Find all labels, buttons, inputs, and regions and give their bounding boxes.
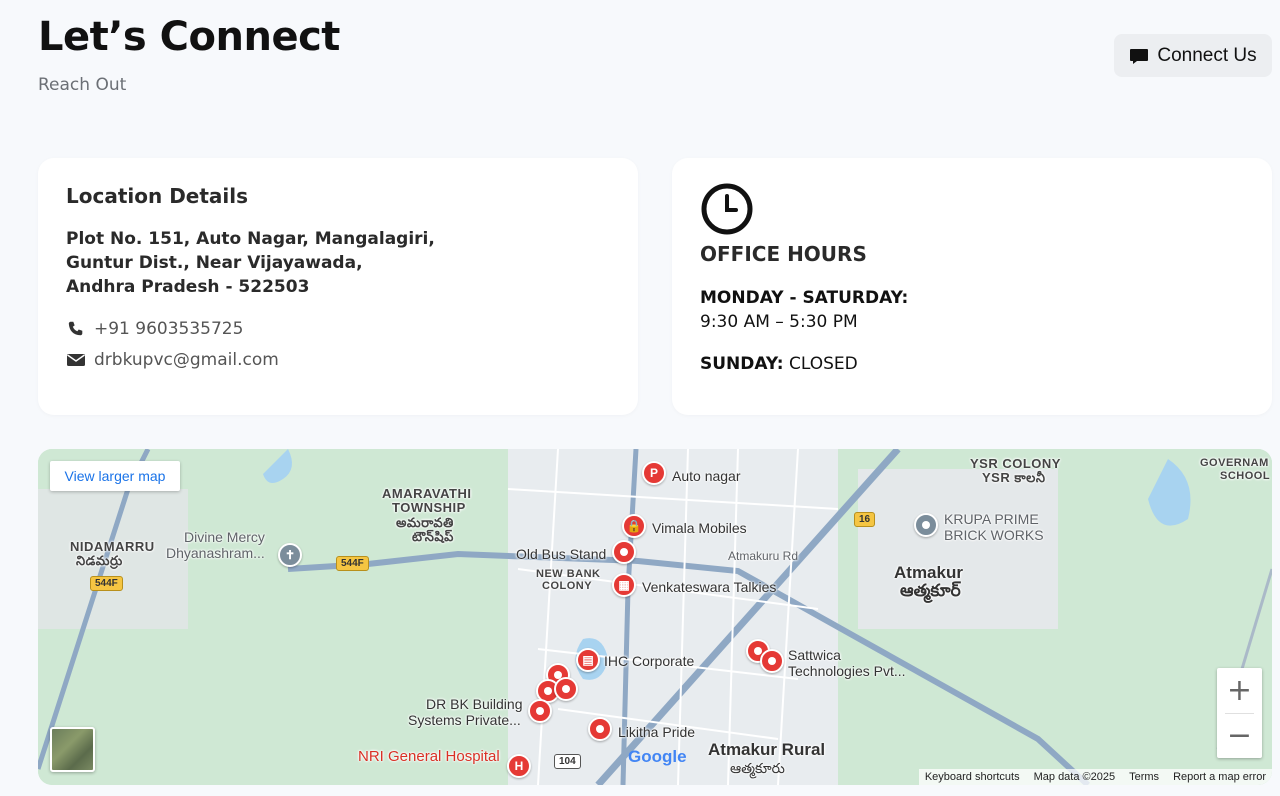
shop-pin-icon[interactable]: 🔒 (622, 514, 646, 538)
map-label-atmakur-rural: Atmakur Rural (708, 740, 826, 759)
email-address: drbkupvc@gmail.com (94, 350, 279, 370)
hospital-pin-icon[interactable]: H (507, 754, 531, 778)
location-card: Location Details Plot No. 151, Auto Naga… (38, 158, 638, 415)
map-label-ihc: IHC Corporate (604, 653, 695, 669)
map-label-drbk-1: DR BK Building (426, 696, 523, 712)
map-label-venkateswara: Venkateswara Talkies (642, 579, 777, 595)
map-attribution: Keyboard shortcuts Map data ©2025 Terms … (918, 769, 1272, 785)
map-label-drbk-2: Systems Private... (408, 712, 521, 728)
route-shield-544f-b: 544F (90, 576, 123, 591)
map-label-government-school-1: GOVERNAM (1200, 457, 1269, 469)
map-label-amaravathi-2: TOWNSHIP (392, 500, 466, 515)
map-label-divine-2: Dhyanashram... (166, 545, 265, 561)
map-label-atmakur: Atmakur (894, 563, 963, 582)
location-title: Location Details (66, 184, 249, 208)
map-label-atmakur-te: ఆత్మకూర్ (900, 581, 961, 600)
map-label-atmakur-rural-te: ఆత్మకూరు (730, 760, 785, 776)
envelope-icon (67, 354, 85, 366)
map-label-nri: NRI General Hospital (358, 748, 500, 765)
map-label-amaravathi-te-2: టౌన్‌షిప్ (412, 529, 454, 544)
map-label-ysr-colony: YSR COLONY (970, 456, 1061, 471)
phone-icon (68, 321, 83, 336)
cluster-pin-3-icon[interactable] (554, 677, 578, 701)
sunday-row: SUNDAY: CLOSED (700, 354, 858, 374)
map-label-atmakuru-rd: Atmakuru Rd (728, 549, 799, 563)
map-label-auto-nagar: Auto nagar (672, 468, 741, 484)
office-hours-title: OFFICE HOURS (700, 242, 867, 266)
route-shield-16: 16 (854, 512, 876, 527)
view-larger-map-link[interactable]: View larger map (50, 461, 180, 491)
map-label-government-school-2: SCHOOL (1220, 470, 1271, 482)
connect-us-button[interactable]: Connect Us (1114, 34, 1272, 77)
zoom-in-button[interactable]: + (1217, 668, 1262, 713)
map-label-likitha: Likitha Pride (618, 724, 696, 740)
weekday-time: 9:30 AM – 5:30 PM (700, 312, 858, 332)
map-label-krupa-2: BRICK WORKS (944, 527, 1044, 543)
drbk-pin-icon[interactable] (528, 699, 552, 723)
weekday-label: MONDAY - SATURDAY: (700, 288, 909, 308)
cinema-pin-icon[interactable]: ▦ (612, 573, 636, 597)
sattwica-pin-2-icon[interactable] (760, 649, 784, 673)
address-line-2: Guntur Dist., Near Vijayawada, (66, 253, 363, 273)
chat-icon (1130, 48, 1149, 64)
map-label-sattwica-1: Sattwica (788, 647, 841, 663)
email-row[interactable]: drbkupvc@gmail.com (66, 350, 279, 370)
terms-link[interactable]: Terms (1129, 771, 1159, 783)
zoom-controls: + − (1217, 668, 1262, 758)
report-error-link[interactable]: Report a map error (1173, 771, 1266, 783)
phone-number: +91 9603535725 (94, 319, 244, 339)
church-pin-icon[interactable]: ✝ (278, 543, 302, 567)
address-line-3: Andhra Pradesh - 522503 (66, 277, 310, 297)
satellite-toggle[interactable] (50, 727, 95, 772)
place-pin-icon[interactable] (914, 513, 938, 537)
map-label-sattwica-2: Technologies Pvt... (788, 663, 906, 679)
corporate-pin-icon[interactable]: ▤ (576, 648, 600, 672)
google-logo: Google (628, 747, 687, 766)
map-label-new-bank-1: NEW BANK (536, 568, 601, 580)
map-label-ysr-colony-te: YSR కాలనీ (982, 470, 1046, 485)
map-data-text: Map data ©2025 (1033, 771, 1116, 783)
map-label-vimala: Vimala Mobiles (652, 520, 747, 536)
route-shield-104: 104 (554, 754, 581, 769)
map-label-amaravathi-1: AMARAVATHI (382, 486, 472, 501)
zoom-divider (1225, 713, 1254, 714)
bus-stand-pin-icon[interactable] (612, 540, 636, 564)
route-shield-544f-a: 544F (336, 556, 369, 571)
address-line-1: Plot No. 151, Auto Nagar, Mangalagiri, (66, 229, 435, 249)
phone-row[interactable]: +91 9603535725 (66, 319, 243, 339)
map-label-old-bus-stand: Old Bus Stand (516, 546, 607, 562)
likitha-pin-icon[interactable] (588, 717, 612, 741)
google-map[interactable]: View larger map P Auto nagar YSR COLONY … (38, 449, 1272, 785)
map-label-divine-1: Divine Mercy (184, 529, 265, 545)
sunday-value: CLOSED (788, 354, 858, 374)
map-label-nidamarru-te: నిడమర్రు (76, 553, 123, 568)
page-title: Let’s Connect (38, 14, 340, 60)
sunday-label: SUNDAY: (700, 354, 784, 374)
map-label-krupa-1: KRUPA PRIME (944, 511, 1039, 527)
office-hours-card: OFFICE HOURS MONDAY - SATURDAY: 9:30 AM … (672, 158, 1272, 415)
zoom-out-button[interactable]: − (1217, 713, 1262, 758)
page-subtitle: Reach Out (38, 75, 127, 95)
map-label-new-bank-2: COLONY (542, 580, 593, 592)
keyboard-shortcuts-link[interactable]: Keyboard shortcuts (925, 771, 1020, 783)
connect-us-label: Connect Us (1157, 44, 1257, 66)
parking-pin-icon[interactable]: P (642, 461, 666, 485)
map-label-nidamarru: NIDAMARRU (70, 539, 155, 554)
clock-icon (701, 183, 753, 235)
